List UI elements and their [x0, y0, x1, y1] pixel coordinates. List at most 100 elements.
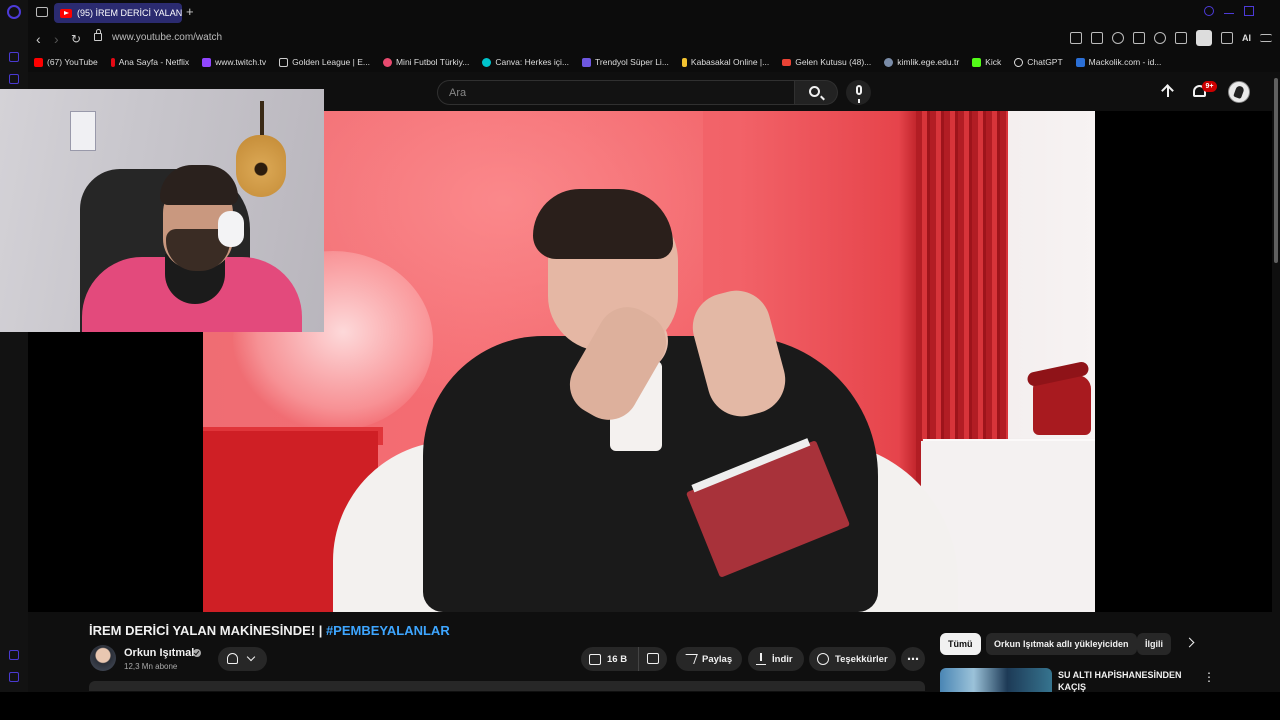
tab-title: (95) İREM DERİCİ YALAN ...	[77, 8, 182, 18]
sidebar-settings-icon[interactable]	[9, 650, 19, 660]
channel-avatar[interactable]	[90, 645, 116, 671]
bookmark-chatgpt[interactable]: ChatGPT	[1014, 57, 1063, 67]
like-count: 16 B	[607, 653, 628, 665]
scrollbar-thumb[interactable]	[1274, 78, 1278, 263]
download-button[interactable]: İndir	[748, 647, 804, 671]
voice-search-button[interactable]	[846, 80, 871, 105]
tab-bar: (95) İREM DERİCİ YALAN ... +	[28, 0, 1280, 26]
canva-bookmark-icon	[482, 57, 492, 67]
chip-uploader[interactable]: Orkun Işıtmak adlı yükleyiciden	[986, 633, 1137, 655]
gmail-bookmark-icon	[782, 58, 792, 66]
share-icon	[682, 654, 698, 664]
new-tab-button[interactable]: +	[186, 4, 194, 19]
heart-icon[interactable]	[1154, 32, 1166, 44]
opera-logo-icon[interactable]	[7, 5, 21, 19]
bookmark-kimlik[interactable]: kimlik.ege.edu.tr	[884, 57, 959, 67]
bookmark-mackolik[interactable]: Mackolik.com - id...	[1075, 57, 1161, 67]
dislike-button[interactable]	[639, 647, 667, 671]
browser-profile-avatar[interactable]	[1196, 30, 1212, 46]
maximize-icon[interactable]	[1244, 6, 1254, 16]
streamer-hair	[160, 165, 238, 205]
search-tabs-icon[interactable]	[1204, 6, 1214, 16]
more-actions-button[interactable]: ⋯	[901, 647, 925, 671]
kimlik-bookmark-icon	[884, 57, 894, 67]
subscriber-count: 12,3 Mn abone	[124, 662, 178, 671]
video-title-text: İREM DERİCİ YALAN MAKİNESİNDE! |	[89, 623, 326, 638]
reload-icon[interactable]: ↻	[71, 31, 81, 47]
bookmark-canva[interactable]: Canva: Herkes içi...	[482, 57, 569, 67]
youtube-favicon-icon	[60, 8, 72, 18]
tab-menu-icon[interactable]	[36, 7, 48, 17]
bookmark-kabasakal[interactable]: Kabasakal Online |...	[681, 57, 769, 67]
video-hashtag[interactable]: #PEMBEYALANLAR	[326, 623, 450, 638]
search-input[interactable]	[438, 81, 794, 104]
upload-icon[interactable]	[1161, 84, 1175, 100]
forward-icon[interactable]: ›	[54, 31, 59, 47]
address-bar: ‹ › ↻ www.youtube.com/watch AI	[28, 26, 1280, 52]
extensions-icon[interactable]	[1175, 32, 1187, 44]
wall-guitar	[234, 101, 286, 197]
download-manager-icon[interactable]	[1221, 32, 1233, 44]
trendyol-bookmark-icon	[582, 57, 592, 67]
recommended-more-button[interactable]: ⋮	[1203, 670, 1215, 684]
download-icon	[756, 653, 766, 665]
bookmark-golden-league[interactable]: Golden League | E...	[279, 57, 370, 67]
subscription-bell-button[interactable]	[218, 647, 267, 671]
person-hair	[533, 189, 673, 259]
search-button[interactable]	[795, 80, 838, 105]
more-actions-label: ⋯	[907, 652, 919, 666]
recommended-video-title[interactable]: SU ALTI HAPİSHANESİNDEN KAÇIŞ	[1058, 669, 1198, 692]
netflix-bookmark-icon	[110, 57, 115, 67]
bookmark-netflix[interactable]: Ana Sayfa - Netflix	[110, 57, 189, 67]
bookmark-mini-futbol[interactable]: Mini Futbol Türkiy...	[382, 57, 469, 67]
close-window-icon[interactable]	[1264, 6, 1274, 16]
chip-related[interactable]: İlgili	[1137, 633, 1171, 655]
profile-avatar[interactable]	[1228, 81, 1250, 103]
easy-setup-icon[interactable]	[1260, 34, 1272, 42]
pin-icon[interactable]	[1070, 32, 1082, 44]
kabasakal-bookmark-icon	[681, 57, 687, 67]
chevron-right-icon[interactable]	[1184, 637, 1195, 648]
search-box	[437, 80, 795, 105]
description-box[interactable]	[89, 681, 925, 691]
bookmark-trendyol[interactable]: Trendyol Süper Li...	[582, 57, 669, 67]
chevron-down-icon	[246, 652, 256, 662]
browser-toolbar: AI	[1070, 30, 1272, 46]
url-field[interactable]: www.youtube.com/watch	[112, 32, 222, 43]
video-title: İREM DERİCİ YALAN MAKİNESİNDE! | #PEMBEY…	[89, 623, 450, 638]
bookmark-gmail[interactable]: Gelen Kutusu (48)...	[782, 57, 871, 67]
back-icon[interactable]: ‹	[36, 31, 41, 47]
like-button[interactable]: 16 B	[581, 647, 639, 671]
aria-ai-button[interactable]: AI	[1242, 33, 1251, 43]
youtube-bookmark-icon	[34, 57, 43, 67]
recommended-video-thumbnail[interactable]	[940, 668, 1052, 692]
chip-all[interactable]: Tümü	[940, 633, 981, 655]
bookmark-kick[interactable]: Kick	[972, 57, 1001, 67]
bookmark-youtube[interactable]: (67) YouTube	[34, 57, 98, 67]
share-label: Paylaş	[702, 653, 733, 665]
bookmark-twitch[interactable]: www.twitch.tv	[202, 57, 266, 67]
mackolik-bookmark-icon	[1075, 57, 1085, 67]
minimize-icon[interactable]	[1224, 6, 1234, 14]
tab-youtube-video[interactable]: (95) İREM DERİCİ YALAN ...	[54, 3, 182, 23]
play-icon[interactable]	[1133, 32, 1145, 44]
page-bookmark-icon	[279, 57, 289, 67]
like-dislike-group: 16 B	[581, 647, 667, 671]
page-scrollbar[interactable]	[1272, 72, 1280, 692]
shield-icon[interactable]	[1112, 32, 1124, 44]
twitch-bookmark-icon	[202, 57, 212, 67]
bookmarks-bar: (67) YouTube Ana Sayfa - Netflix www.twi…	[28, 52, 1280, 72]
thanks-button[interactable]: Teşekkürler	[809, 647, 896, 671]
kick-bookmark-icon	[972, 57, 982, 67]
sidebar-player-icon[interactable]	[9, 74, 19, 84]
headset	[218, 211, 244, 247]
wall-badge	[70, 111, 96, 151]
channel-name[interactable]: Orkun Işıtmak	[124, 647, 197, 659]
snapshot-icon[interactable]	[1091, 32, 1103, 44]
lock-icon[interactable]	[94, 29, 102, 41]
share-button[interactable]: Paylaş	[676, 647, 742, 671]
bell-icon	[227, 653, 238, 664]
video-frame[interactable]	[203, 111, 1095, 612]
sidebar-more-icon[interactable]	[9, 672, 19, 682]
sidebar-messenger-icon[interactable]	[9, 52, 19, 62]
